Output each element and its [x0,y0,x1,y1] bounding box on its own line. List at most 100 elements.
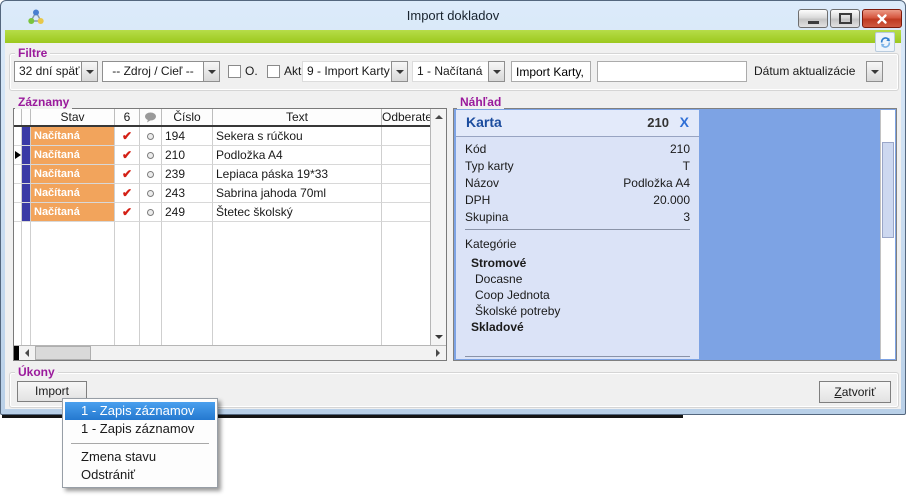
preview-scroll-thumb[interactable] [882,142,894,238]
close-button-label: atvoriť [842,385,876,399]
close-dialog-button[interactable]: Zatvoriť [819,381,891,403]
category-item[interactable]: Stromové [456,255,699,271]
period-dropdown-button[interactable] [81,61,98,82]
category-item[interactable]: Docasne [456,271,699,287]
current-row-icon [15,151,21,159]
card-close-button[interactable]: X [680,114,689,130]
card-number: 210 [647,115,669,130]
hscroll-track[interactable] [91,346,430,360]
sort-by-select[interactable]: Dátum aktualizácie [749,61,883,82]
refresh-button[interactable] [875,32,895,52]
close-button[interactable] [862,9,902,28]
period-filter-select[interactable]: 32 dní späť [14,61,98,82]
scroll-down-button[interactable] [431,329,446,345]
preview-panel: Karta 210 X Kód 210 Typ karty T [453,108,897,361]
menu-item-zapis-zaznamov-2[interactable]: 1 - Zapis záznamov [65,420,215,438]
note-dot-icon [147,209,154,216]
note-dot-icon [147,171,154,178]
col-header-text[interactable]: Text [213,109,382,125]
table-row[interactable]: Načítaná ✔ 243 Sabrina jahoda 70ml [14,184,430,203]
preview-scrollbar[interactable] [880,110,895,359]
import-name-input[interactable] [511,61,591,82]
check-icon: ✔ [115,127,139,145]
arrow-right-icon [436,349,440,357]
scroll-left-button[interactable] [19,346,35,360]
table-row[interactable]: Načítaná ✔ 239 Lepiaca páska 19*33 [14,165,430,184]
minimize-button[interactable] [798,9,828,28]
sort-by-dropdown-button[interactable] [866,61,883,82]
card-fields: Kód 210 Typ karty T Názov Podložka A4 [456,137,699,226]
check-icon: ✔ [115,184,139,202]
screen: Import dokladov [0,0,908,500]
card-separator [465,356,690,357]
scroll-up-button[interactable] [431,109,446,125]
category-item[interactable]: Coop Jednota [456,287,699,303]
import-type-select[interactable]: 9 - Import Karty [302,61,408,82]
col-header-note[interactable] [140,109,162,125]
table-row[interactable]: Načítaná ✔ 249 Štetec školský [14,203,430,222]
col-header-cislo[interactable]: Číslo [162,109,213,125]
title-bar[interactable]: Import dokladov [1,1,905,30]
status-dropdown-button[interactable] [488,61,505,82]
field-label: Kód [465,141,486,158]
records-table-header: Stav 6 Číslo Text Odberateľ [14,109,430,127]
records-group-label: Záznamy [15,95,72,109]
import-type-value: 9 - Import Karty [302,61,391,82]
search-input[interactable] [597,61,747,82]
import-type-dropdown-button[interactable] [391,61,408,82]
checkbox-akt[interactable] [267,65,280,78]
field-label: Skupina [465,209,508,226]
status-filter-select[interactable]: 1 - Načítaná [412,61,505,82]
chevron-down-icon [86,70,94,74]
field-row: Názov Podložka A4 [456,175,699,192]
horizontal-scrollbar[interactable] [14,345,446,360]
records-table-inner: Stav 6 Číslo Text Odberateľ [14,109,430,345]
sort-by-value: Dátum aktualizácie [749,61,866,82]
maximize-icon [839,13,852,24]
source-target-dropdown-button[interactable] [203,61,220,82]
field-label: DPH [465,192,490,209]
maximize-button[interactable] [830,9,860,28]
col-header-stav[interactable]: Stav [31,109,115,125]
field-label: Typ karty [465,158,514,175]
field-value: 20.000 [653,192,690,209]
card-title: Karta [466,114,502,130]
table-row-current[interactable]: Načítaná ✔ 210 Podložka A4 [14,146,430,165]
table-row[interactable]: Načítaná ✔ 194 Sekera s rúčkou [14,127,430,146]
category-item[interactable]: Skladové [456,319,699,335]
arrow-up-icon [435,115,443,119]
field-row: Skupina 3 [456,209,699,226]
filters-group-label: Filtre [15,46,50,60]
col-marker [22,109,31,125]
field-row: Kód 210 [456,141,699,158]
vertical-scrollbar[interactable] [430,109,446,345]
scroll-right-button[interactable] [430,346,446,360]
speech-balloon-icon [144,112,157,123]
checkbox-o[interactable] [228,65,241,78]
hscroll-thumb[interactable] [35,346,91,360]
menu-item-zmena-stavu[interactable]: Zmena stavu [65,448,215,466]
source-target-filter-select[interactable]: -- Zdroj / Cieľ -- [102,61,220,82]
import-context-menu: 1 - Zapis záznamov 1 - Zapis záznamov Zm… [62,398,218,488]
field-value: Podložka A4 [623,175,690,192]
check-icon: ✔ [115,165,139,183]
menu-separator [71,443,209,444]
menu-item-odstranit[interactable]: Odstrániť [65,466,215,484]
col-header-odberatel[interactable]: Odberateľ [382,109,430,125]
preview-group-label: Náhľad [457,95,504,109]
table-empty-area [14,222,430,345]
close-accelerator: Z [834,385,841,399]
note-dot-icon [147,133,154,140]
preview-card: Karta 210 X Kód 210 Typ karty T [456,110,699,359]
field-row: DPH 20.000 [456,192,699,209]
app-window: Import dokladov [0,0,906,415]
chevron-down-icon [493,70,501,74]
col-header-6[interactable]: 6 [115,109,140,125]
field-row: Typ karty T [456,158,699,175]
close-icon [876,13,888,25]
col-row-indicator [14,109,22,125]
card-header: Karta 210 X [456,110,699,137]
category-item[interactable]: Školské potreby [456,303,699,319]
menu-item-zapis-zaznamov[interactable]: 1 - Zapis záznamov [65,402,215,420]
field-value: 3 [683,209,690,226]
